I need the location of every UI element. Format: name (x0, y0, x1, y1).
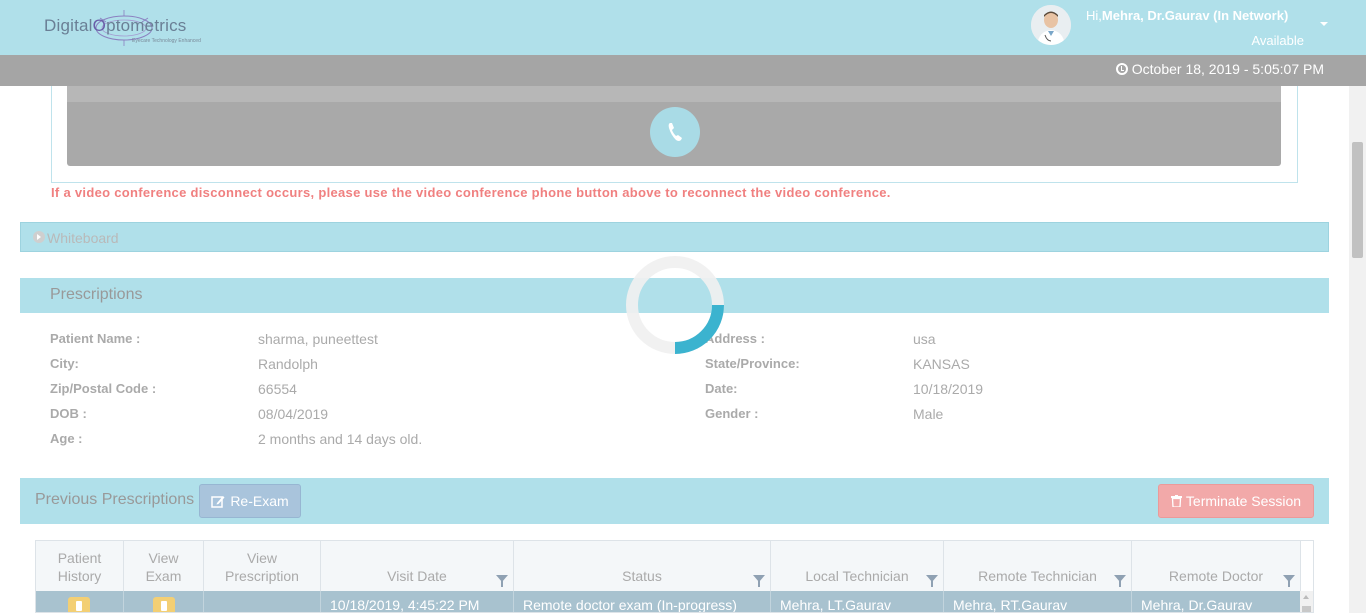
table-scrollbar[interactable] (1300, 591, 1313, 612)
phone-icon (668, 123, 682, 141)
age-label: Age : (50, 431, 83, 446)
date-bar: October 18, 2019 - 5:05:07 PM (0, 55, 1366, 86)
view-exam-document-icon[interactable] (153, 597, 175, 612)
prescriptions-title: Prescriptions (50, 286, 143, 303)
patient-history-cell[interactable] (36, 591, 124, 612)
whiteboard-panel-header[interactable]: Whiteboard (20, 222, 1329, 252)
status-cell: Remote doctor exam (In-progress) (514, 591, 771, 612)
previous-prescriptions-title: Previous Prescriptions (35, 491, 195, 508)
patient-history-document-icon[interactable] (68, 597, 90, 612)
date-value: 10/18/2019 (913, 381, 984, 397)
edit-icon (211, 495, 225, 508)
remote-doctor-cell: Mehra, Dr.Gaurav (1132, 591, 1301, 612)
filter-icon[interactable] (1114, 575, 1126, 587)
patient-name-label: Patient Name : (50, 331, 141, 346)
reconnect-call-button[interactable] (650, 107, 700, 157)
filter-icon[interactable] (1283, 575, 1295, 587)
dob-label: DOB : (50, 406, 87, 421)
age-value: 2 months and 14 days old. (258, 431, 423, 447)
view-prescription-cell (204, 591, 321, 612)
view-exam-cell[interactable] (124, 591, 204, 612)
column-header-patient-history: Patient History (36, 541, 124, 591)
visit-date-cell: 10/18/2019, 4:45:22 PM (321, 591, 514, 612)
previous-prescriptions-table: Patient History View Exam View Prescription… (35, 540, 1314, 613)
top-header: DigitalOptometrics Eyecare Technology En… (0, 0, 1366, 55)
gender-value: Male (913, 406, 944, 422)
column-header-view-exam: View Exam (124, 541, 204, 591)
state-value: KANSAS (913, 356, 970, 372)
doctor-avatar-icon (1031, 5, 1071, 45)
availability-status: Available (1251, 33, 1304, 48)
city-value: Randolph (258, 356, 318, 372)
user-greeting[interactable]: Hi,Mehra, Dr.Gaurav (In Network) (1086, 8, 1288, 23)
local-technician-cell: Mehra, LT.Gaurav (771, 591, 944, 612)
column-header-local-technician[interactable]: Local Technician (771, 541, 944, 591)
column-header-remote-doctor[interactable]: Remote Doctor (1132, 541, 1301, 591)
column-header-visit-date[interactable]: Visit Date (321, 541, 514, 591)
previous-prescriptions-bar: Previous Prescriptions Re-Exam Terminate… (20, 478, 1329, 524)
date-label: Date: (705, 381, 738, 396)
video-strip (67, 86, 1281, 102)
city-label: City: (50, 356, 79, 371)
whiteboard-label[interactable]: Whiteboard (47, 230, 119, 246)
loading-spinner-icon (626, 256, 724, 354)
clock-icon (1115, 63, 1128, 75)
re-exam-button[interactable]: Re-Exam (199, 484, 301, 518)
table-row[interactable]: 10/18/2019, 4:45:22 PM Remote doctor exa… (36, 591, 1301, 612)
filter-icon[interactable] (753, 575, 765, 587)
logo[interactable]: DigitalOptometrics Eyecare Technology En… (44, 6, 214, 50)
trash-icon (1170, 495, 1182, 507)
state-label: State/Province: (705, 356, 800, 371)
current-datetime: October 18, 2019 - 5:05:07 PM (1115, 61, 1324, 77)
zip-value: 66554 (258, 381, 297, 397)
patient-name-value: sharma, puneettest (258, 331, 378, 347)
chevron-down-icon[interactable] (1320, 22, 1328, 26)
filter-icon[interactable] (926, 575, 938, 587)
logo-tagline: Eyecare Technology Enhanced (132, 38, 201, 44)
column-header-view-prescription: View Prescription (204, 541, 321, 591)
logo-text: DigitalOptometrics (44, 16, 187, 35)
gender-label: Gender : (705, 406, 759, 421)
address-value: usa (913, 331, 936, 347)
scrollbar-thumb[interactable] (1352, 142, 1363, 258)
column-header-remote-technician[interactable]: Remote Technician (944, 541, 1132, 591)
expand-circle-icon[interactable] (33, 231, 45, 243)
page-scrollbar[interactable] (1349, 86, 1366, 613)
remote-technician-cell: Mehra, RT.Gaurav (944, 591, 1132, 612)
avatar[interactable] (1031, 5, 1071, 45)
filter-icon[interactable] (496, 575, 508, 587)
reconnect-warning: If a video conference disconnect occurs,… (51, 185, 891, 200)
dob-value: 08/04/2019 (258, 406, 329, 422)
zip-label: Zip/Postal Code : (50, 381, 157, 396)
terminate-session-button[interactable]: Terminate Session (1158, 484, 1314, 518)
column-header-status[interactable]: Status (514, 541, 771, 591)
